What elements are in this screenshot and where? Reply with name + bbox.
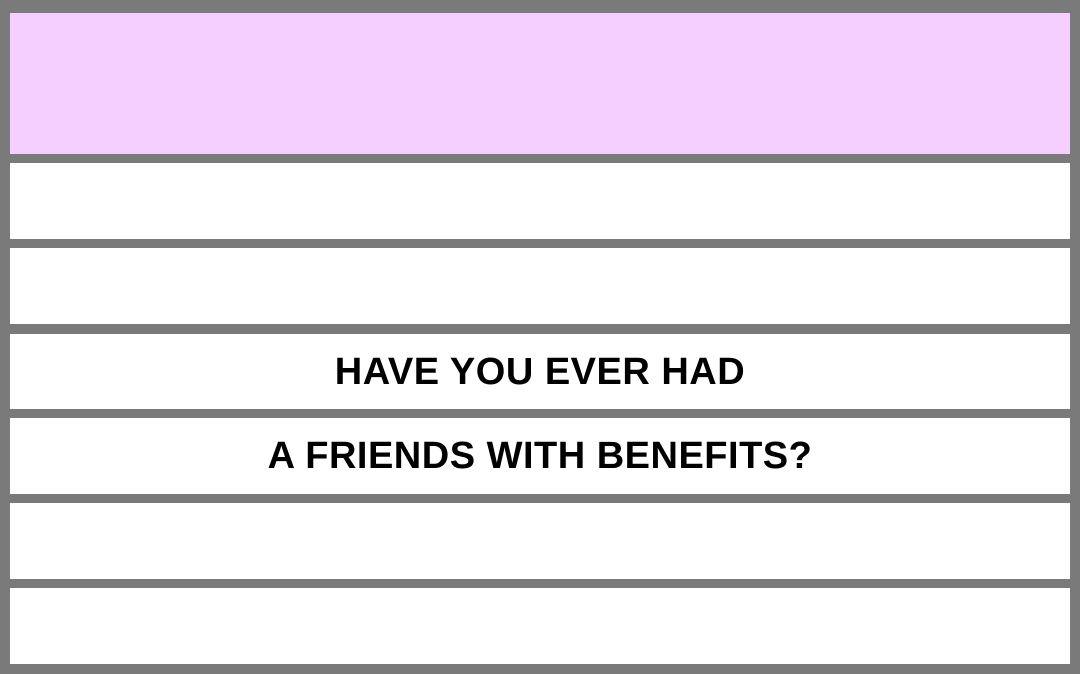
lined-row-2 [10, 248, 1070, 324]
question-line-1: HAVE YOU EVER HAD [334, 350, 746, 393]
lined-row-6 [10, 588, 1070, 664]
lined-row-3: HAVE YOU EVER HAD [10, 334, 1070, 409]
header-band [10, 13, 1070, 154]
lined-row-4: A FRIENDS WITH BENEFITS? [10, 418, 1070, 494]
lined-row-5 [10, 503, 1070, 579]
question-line-2: A FRIENDS WITH BENEFITS? [267, 435, 813, 477]
question-card: HAVE YOU EVER HAD A FRIENDS WITH BENEFIT… [0, 0, 1080, 674]
lined-row-1 [10, 163, 1070, 239]
